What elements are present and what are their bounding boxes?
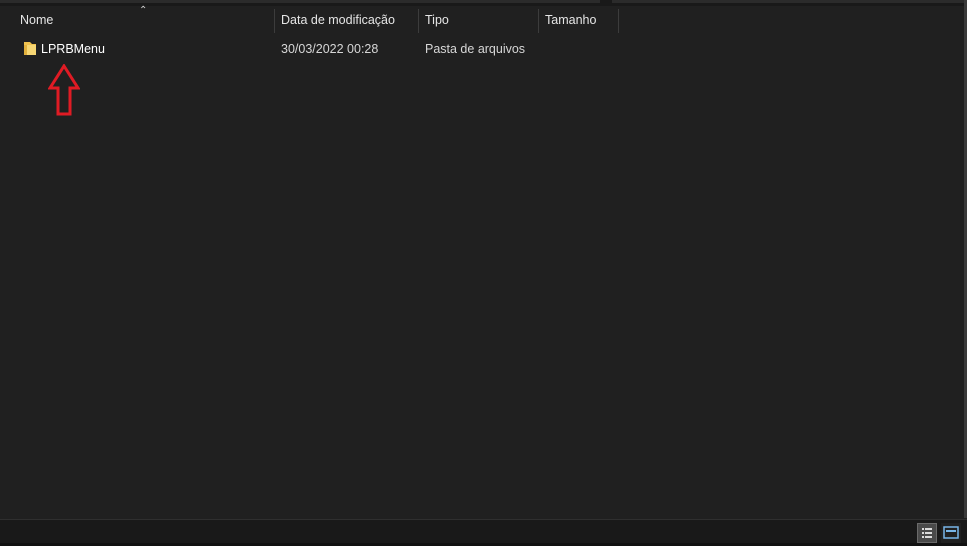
column-header-date[interactable]: Data de modificação: [275, 6, 418, 34]
column-header-type[interactable]: Tipo: [419, 6, 538, 34]
details-view-button[interactable]: [917, 523, 937, 543]
details-view-icon: [922, 528, 932, 538]
toolbar-edge-segment-right: [612, 0, 964, 3]
column-header-row: ⌃ Nome Data de modificação Tipo Tamanho: [0, 6, 967, 34]
toolbar-edge-segment-left: [0, 0, 600, 3]
column-header-size[interactable]: Tamanho: [539, 6, 618, 34]
file-date: 30/03/2022 00:28: [281, 42, 379, 56]
file-type: Pasta de arquivos: [425, 42, 526, 56]
file-explorer-window: ⌃ Nome Data de modificação Tipo Tamanho …: [0, 0, 967, 546]
red-up-arrow-icon: [48, 64, 80, 116]
large-icons-view-icon: [943, 526, 959, 539]
status-bar: [0, 519, 967, 546]
file-name[interactable]: LPRBMenu: [41, 38, 105, 60]
file-row[interactable]: LPRBMenu 30/03/2022 00:28 Pasta de arqui…: [0, 38, 620, 60]
folder-icon: [24, 42, 36, 55]
column-divider[interactable]: [618, 9, 619, 33]
column-header-name[interactable]: Nome: [14, 6, 274, 34]
large-icons-view-button[interactable]: [941, 523, 961, 543]
